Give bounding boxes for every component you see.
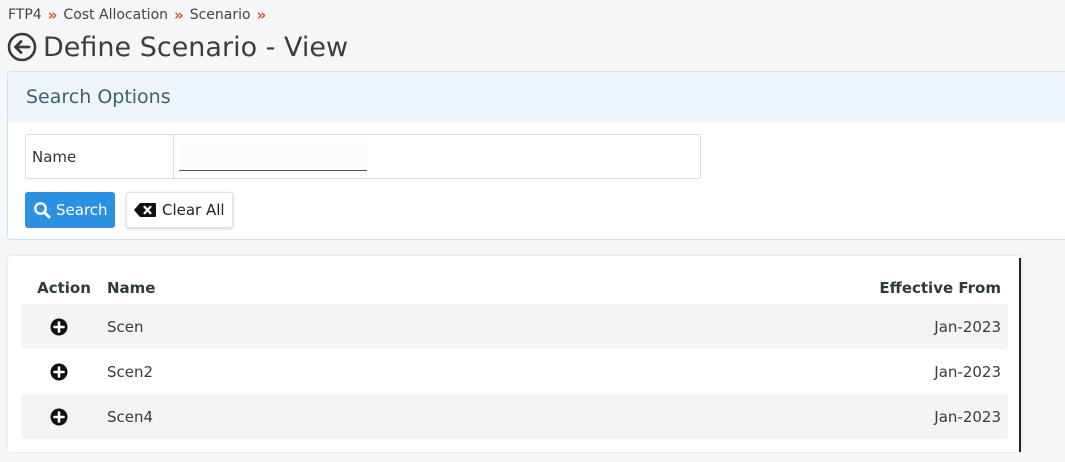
- breadcrumb-separator: »: [174, 6, 184, 24]
- table-row: Scen4 Jan-2023: [21, 394, 1008, 439]
- plus-circle-icon[interactable]: [50, 408, 68, 426]
- column-header-action: Action: [37, 279, 91, 297]
- column-header-name[interactable]: Name: [107, 279, 808, 297]
- plus-circle-icon[interactable]: [50, 363, 68, 381]
- breadcrumb-item-cost-allocation[interactable]: Cost Allocation: [63, 7, 168, 23]
- row-effective-from: Jan-2023: [934, 317, 1001, 336]
- row-effective-from: Jan-2023: [934, 362, 1001, 381]
- name-field-label: Name: [26, 135, 174, 178]
- name-field-cell: [174, 135, 700, 178]
- results-table: Action Name Effective From Scen Jan-2023: [8, 256, 1021, 452]
- row-action-cell: [21, 318, 107, 336]
- page-title: Define Scenario - View: [43, 31, 349, 63]
- name-filter-row: Name: [25, 134, 701, 179]
- page-header: Define Scenario - View: [7, 28, 348, 66]
- row-effective-from: Jan-2023: [934, 407, 1001, 426]
- breadcrumb: FTP4 » Cost Allocation » Scenario »: [8, 6, 272, 24]
- backspace-icon: [133, 202, 157, 218]
- row-name: Scen: [107, 317, 144, 336]
- breadcrumb-separator: »: [47, 6, 58, 24]
- search-options-header: Search Options: [8, 72, 1065, 122]
- search-button[interactable]: Search: [25, 192, 115, 228]
- breadcrumb-item-ftp4[interactable]: FTP4: [8, 7, 42, 23]
- breadcrumb-separator: »: [256, 6, 267, 24]
- plus-circle-icon[interactable]: [50, 318, 68, 336]
- column-header-effective-from[interactable]: Effective From: [808, 279, 1008, 297]
- row-name: Scen2: [107, 362, 154, 381]
- magnifier-icon: [33, 201, 51, 219]
- search-options-panel: Search Options Name Search Clear All: [7, 71, 1065, 240]
- row-name: Scen4: [107, 407, 154, 426]
- search-button-label: Search: [56, 201, 108, 219]
- back-arrow-circle-icon[interactable]: [7, 32, 37, 62]
- clear-all-button-label: Clear All: [162, 201, 225, 219]
- table-header: Action Name Effective From: [21, 268, 1008, 308]
- name-search-input[interactable]: [179, 143, 367, 171]
- breadcrumb-item-scenario[interactable]: Scenario: [190, 7, 251, 23]
- table-row: Scen Jan-2023: [21, 304, 1008, 349]
- table-row: Scen2 Jan-2023: [21, 349, 1008, 394]
- row-action-cell: [21, 363, 107, 381]
- clear-all-button[interactable]: Clear All: [126, 192, 233, 228]
- table-body: Scen Jan-2023 Scen2 Jan-2023 Scen4 Jan-2…: [21, 304, 1008, 439]
- row-action-cell: [21, 408, 107, 426]
